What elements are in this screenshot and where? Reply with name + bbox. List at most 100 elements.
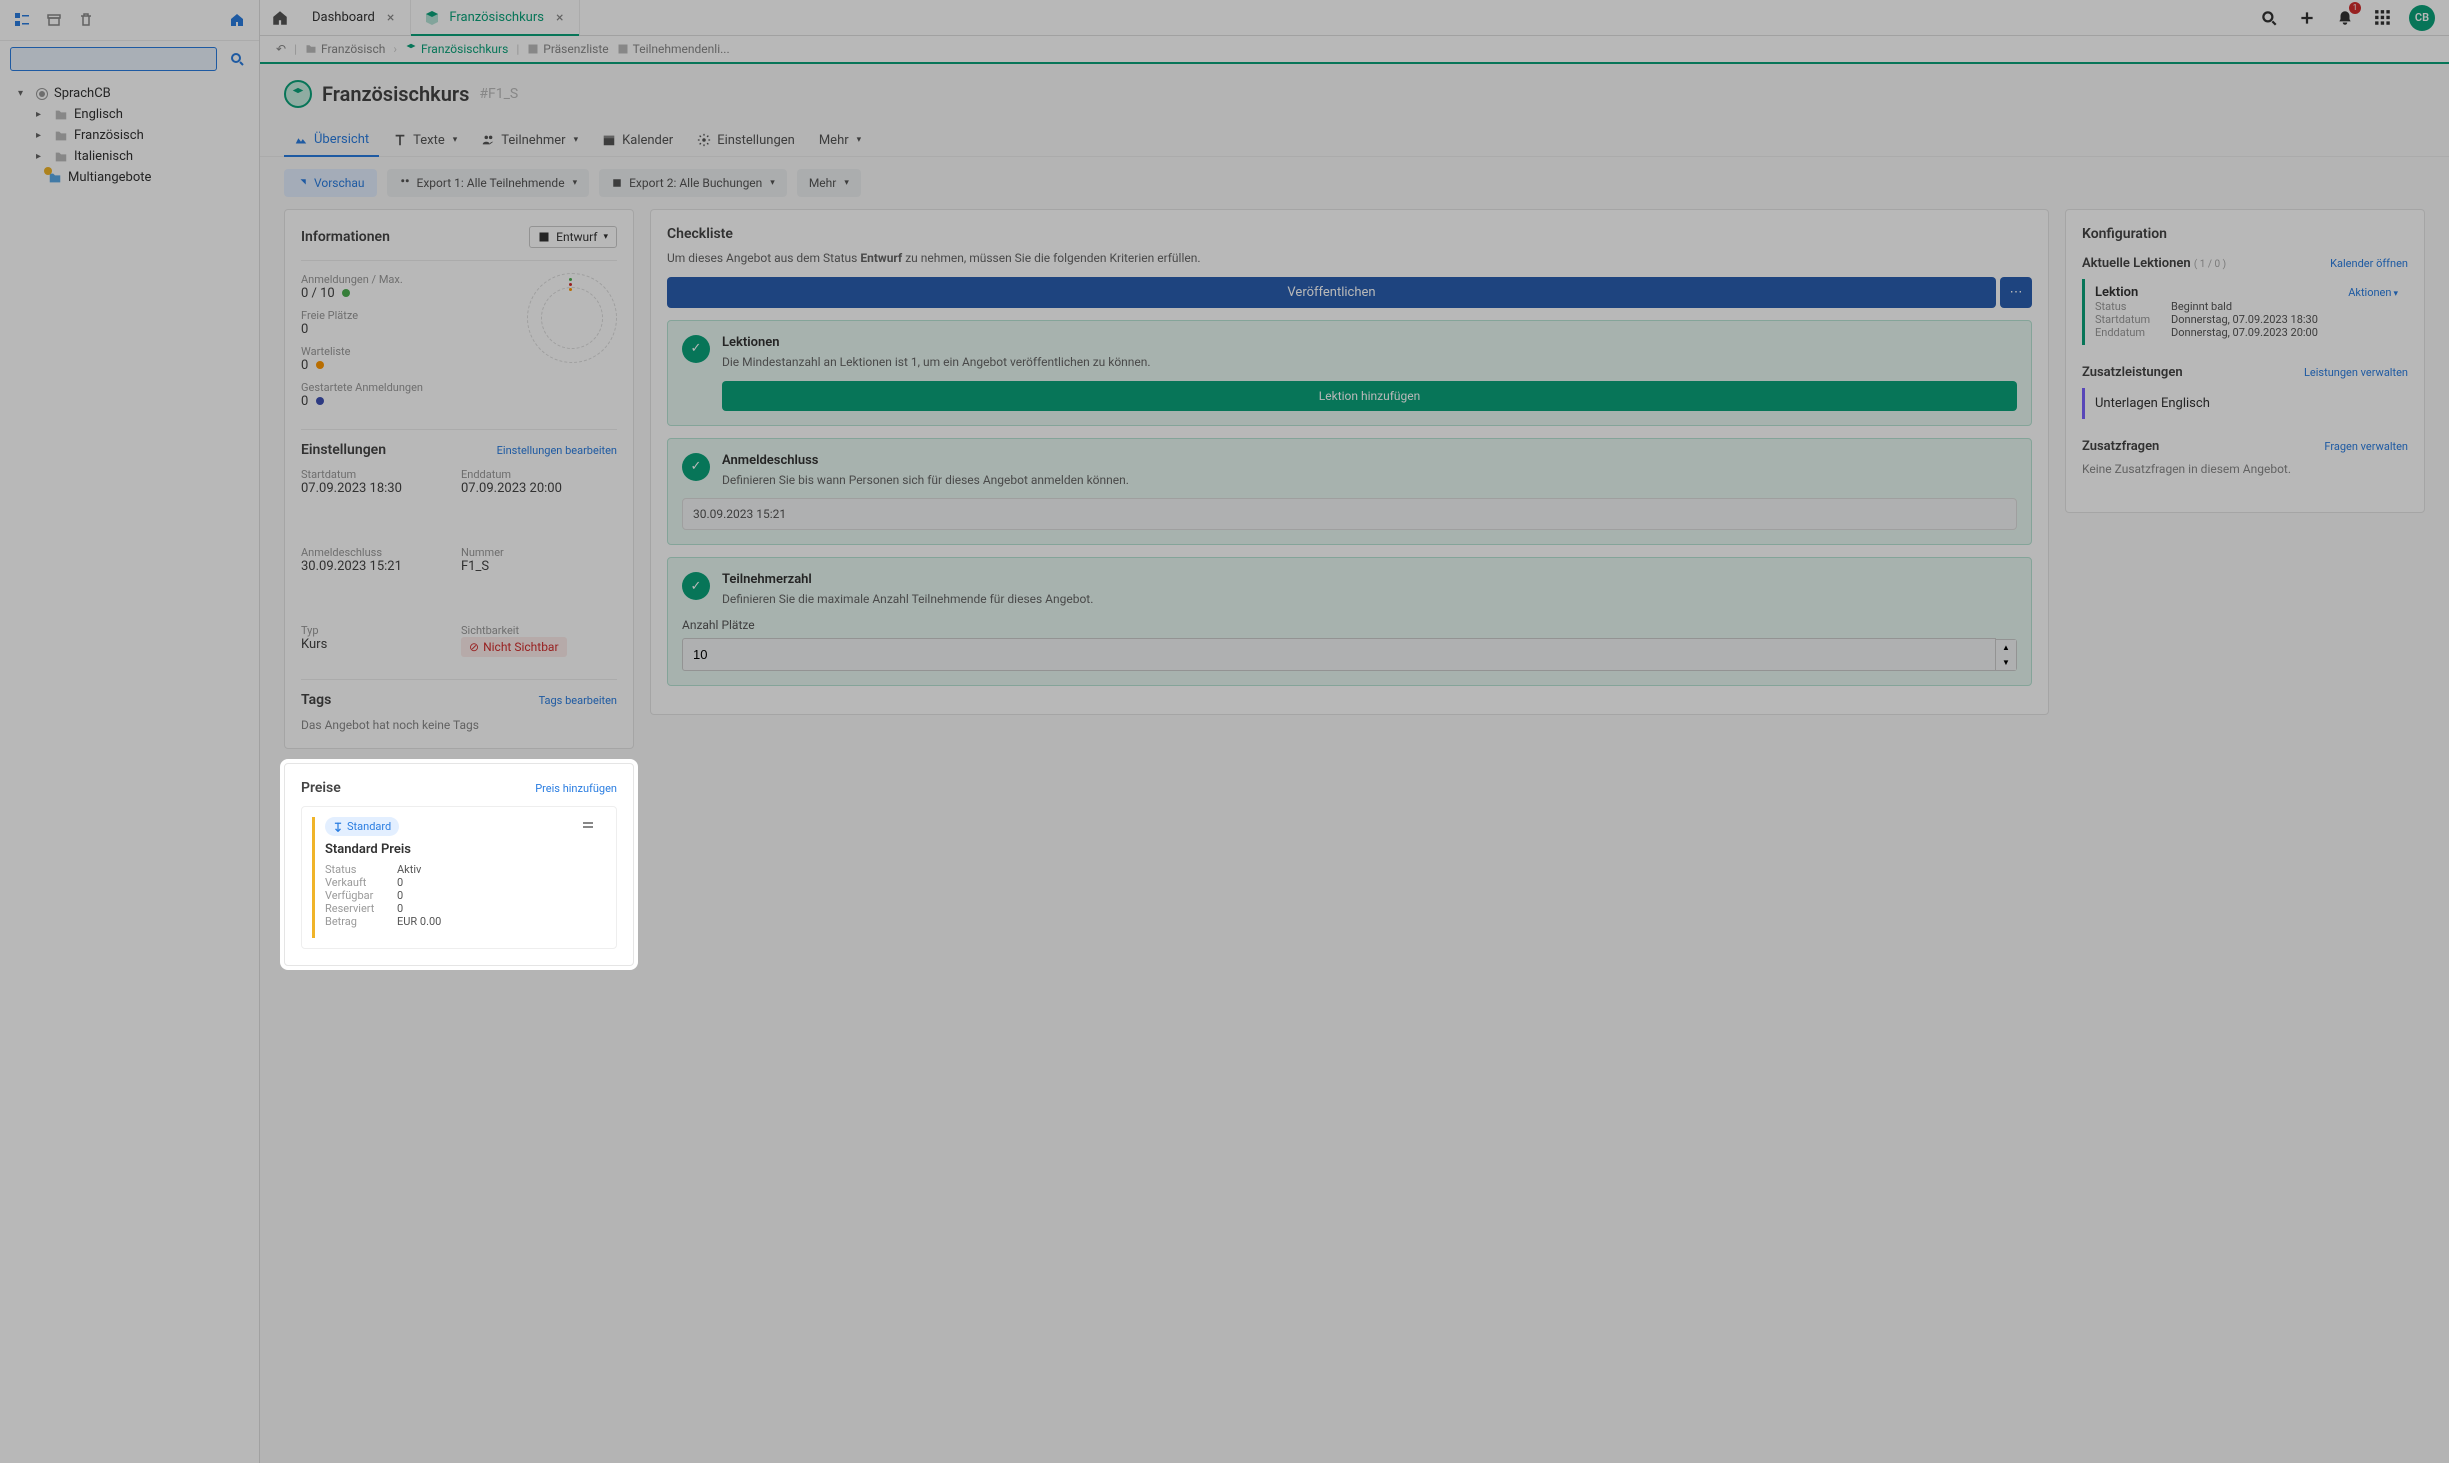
folder-icon: [54, 129, 68, 143]
page-code: #F1_S: [479, 86, 518, 102]
service-card[interactable]: Unterlagen Englisch: [2082, 388, 2408, 419]
archive-icon[interactable]: [42, 8, 66, 32]
tab-course[interactable]: Französischkurs ×: [411, 0, 580, 35]
tree-item-franzoesisch[interactable]: ▸ Französisch: [0, 125, 259, 146]
bc-franzoesisch[interactable]: Französisch: [305, 42, 385, 56]
config-card: Konfiguration Aktuelle Lektionen ( 1 / 0…: [2065, 209, 2425, 513]
check-deadline: ✓ Anmeldeschluss Definieren Sie bis wann…: [667, 438, 2032, 546]
multi-folder-icon: [48, 171, 62, 185]
tree-label: Englisch: [74, 107, 123, 122]
tree-item-multi[interactable]: Multiangebote: [0, 167, 259, 188]
tags-empty: Das Angebot hat noch keine Tags: [301, 718, 617, 732]
tab-home[interactable]: [260, 0, 300, 35]
check-icon: ✓: [682, 335, 710, 363]
main: Dashboard × Französischkurs × 1: [260, 0, 2449, 1463]
publish-more-button[interactable]: ⋯: [2000, 277, 2032, 308]
status-dot: [342, 289, 350, 297]
notification-icon[interactable]: 1: [2333, 6, 2357, 30]
check-icon: ✓: [682, 572, 710, 600]
deadline-input[interactable]: 30.09.2023 15:21: [682, 498, 2017, 530]
tree-item-englisch[interactable]: ▸ Englisch: [0, 104, 259, 125]
menu-more[interactable]: Mehr: [809, 125, 871, 156]
actions-more-button[interactable]: Mehr: [797, 169, 861, 197]
checklist-card: Checkliste Um dieses Angebot aus dem Sta…: [650, 209, 2049, 715]
prices-card: Preise Preis hinzufügen Standard: [284, 763, 634, 966]
tree-label: Multiangebote: [68, 170, 151, 185]
open-calendar-link[interactable]: Kalender öffnen: [2330, 257, 2408, 270]
tab-label: Dashboard: [312, 10, 375, 25]
back-icon[interactable]: ↶: [276, 42, 286, 56]
checklist-title: Checkliste: [667, 226, 2032, 242]
tree-item-italienisch[interactable]: ▸ Italienisch: [0, 146, 259, 167]
preview-button[interactable]: Vorschau: [284, 169, 377, 197]
trash-icon[interactable]: [74, 8, 98, 32]
check-icon: ✓: [682, 453, 710, 481]
config-title: Konfiguration: [2082, 226, 2408, 242]
edit-tags-link[interactable]: Tags bearbeiten: [539, 694, 617, 707]
close-icon[interactable]: ×: [383, 10, 398, 26]
home-icon[interactable]: [225, 8, 249, 32]
sidebar: ▾ SprachCB ▸ Englisch ▸ Französisch ▸: [0, 0, 260, 1463]
visibility-badge: ⊘Nicht Sichtbar: [461, 637, 567, 657]
spin-down[interactable]: ▼: [1996, 655, 2016, 670]
folder-icon: [54, 150, 68, 164]
menu-overview[interactable]: Übersicht: [284, 124, 379, 157]
tree-view-icon[interactable]: [10, 8, 34, 32]
search-icon[interactable]: [2257, 6, 2281, 30]
add-icon[interactable]: [2295, 6, 2319, 30]
bc-presence[interactable]: Präsenzliste: [527, 42, 608, 56]
publish-button[interactable]: Veröffentlichen: [667, 277, 1996, 308]
chevron-right-icon: ▸: [36, 151, 48, 162]
add-lesson-button[interactable]: Lektion hinzufügen: [722, 381, 2017, 411]
tags-subtitle: Tags: [301, 692, 331, 708]
export1-button[interactable]: Export 1: Alle Teilnehmende: [387, 169, 590, 197]
folder-icon: [54, 108, 68, 122]
notif-badge: 1: [2349, 2, 2361, 14]
donut-chart: [527, 273, 617, 363]
close-icon[interactable]: ×: [552, 10, 567, 26]
menu-settings[interactable]: Einstellungen: [687, 125, 805, 156]
manage-questions-link[interactable]: Fragen verwalten: [2324, 440, 2408, 453]
bc-participants-list[interactable]: Teilnehmendenli...: [617, 42, 730, 56]
avatar[interactable]: CB: [2409, 5, 2435, 31]
status-dot: [316, 361, 324, 369]
chevron-right-icon: ▸: [36, 109, 48, 120]
manage-services-link[interactable]: Leistungen verwalten: [2304, 366, 2408, 379]
capacity-label: Anzahl Plätze: [682, 618, 2017, 632]
check-lessons: ✓ Lektionen Die Mindestanzahl an Lektion…: [667, 320, 2032, 426]
sidebar-search-input[interactable]: [10, 47, 217, 71]
check-capacity: ✓ Teilnehmerzahl Definieren Sie die maxi…: [667, 557, 2032, 686]
add-price-link[interactable]: Preis hinzufügen: [535, 782, 617, 795]
search-icon[interactable]: [225, 47, 249, 71]
edit-settings-link[interactable]: Einstellungen bearbeiten: [497, 444, 617, 457]
cube-icon: [423, 9, 441, 27]
chevron-down-icon: ▾: [18, 88, 30, 99]
price-name: Standard Preis: [325, 842, 411, 857]
page-title: Französischkurs: [322, 82, 469, 106]
menu-calendar[interactable]: Kalender: [592, 125, 683, 156]
price-standard-tag: Standard: [325, 817, 399, 836]
bc-course[interactable]: Französischkurs: [405, 42, 508, 56]
chevron-right-icon: ▸: [36, 130, 48, 141]
capacity-input[interactable]: [682, 638, 1996, 671]
spin-up[interactable]: ▲: [1996, 640, 2016, 655]
export2-button[interactable]: Export 2: Alle Buchungen: [599, 169, 787, 197]
org-icon: [36, 88, 48, 100]
status-dot: [316, 397, 324, 405]
settings-subtitle: Einstellungen: [301, 442, 386, 458]
lesson-card: Lektion Aktionen StatusBeginnt bald Star…: [2082, 279, 2408, 345]
status-draft[interactable]: Entwurf ▾: [529, 226, 617, 248]
menu-texts[interactable]: Texte: [383, 125, 467, 156]
course-icon: [284, 80, 312, 108]
tree-root[interactable]: ▾ SprachCB: [0, 83, 259, 104]
tree-label: Französisch: [74, 128, 144, 143]
drag-handle-icon[interactable]: [580, 817, 596, 833]
menu-participants[interactable]: Teilnehmer: [471, 125, 588, 156]
tab-dashboard[interactable]: Dashboard ×: [300, 0, 411, 35]
prices-title: Preise: [301, 780, 341, 796]
checklist-desc: Um dieses Angebot aus dem Status Entwurf…: [667, 250, 2032, 267]
breadcrumb: ↶ | Französisch › Französischkurs | Präs…: [260, 36, 2449, 64]
info-title: Informationen: [301, 229, 390, 245]
lesson-actions[interactable]: Aktionen: [2348, 286, 2398, 299]
apps-icon[interactable]: [2371, 6, 2395, 30]
